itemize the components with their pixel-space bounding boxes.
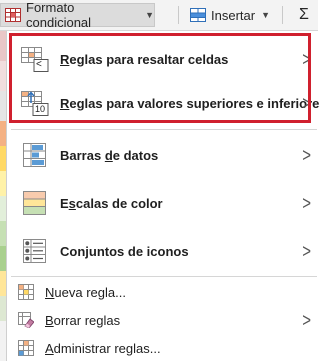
menu-item-label: Barras de datos (60, 147, 159, 163)
accelerator-key: R (60, 51, 70, 67)
ribbon-divider (178, 6, 179, 24)
menu-item-manage-rules[interactable]: Administrar reglas... (7, 333, 319, 363)
chevron-right-icon: > (302, 47, 311, 71)
color-scales-icon (19, 187, 51, 219)
clear-rules-icon (17, 311, 35, 329)
ten-label: 10 (35, 104, 46, 114)
menu-item-label: Reglas para valores superiores e inferio… (60, 95, 320, 111)
manage-rules-icon (17, 339, 35, 357)
menu-item-data-bars[interactable]: Barras de datos > (7, 131, 319, 179)
top-bottom-rules-icon: 10 (19, 87, 51, 119)
insert-cells-icon (190, 8, 206, 22)
icon-sets-icon (19, 235, 51, 267)
accelerator-key: d (104, 147, 113, 163)
menu-item-label: Nueva regla... (45, 284, 126, 300)
chevron-down-icon: ▼ (261, 10, 270, 20)
less-than-symbol: < (36, 59, 42, 70)
accelerator-key: R (60, 95, 70, 111)
chevron-right-icon: > (302, 239, 311, 263)
menu-item-highlight-cells-rules[interactable]: < Reglas para resaltar celdas > (7, 35, 319, 83)
accelerator-key: B (45, 312, 54, 328)
insert-button[interactable]: Insertar ▼ (188, 3, 270, 27)
ribbon-divider (282, 6, 283, 24)
menu-item-top-bottom-rules[interactable]: 10 Reglas para valores superiores e infe… (7, 79, 320, 127)
menu-item-label: Escalas de color (60, 195, 163, 211)
menu-item-label: Borrar reglas (45, 312, 121, 328)
menu-item-label: Conjuntos de iconos (60, 243, 189, 259)
chevron-right-icon: > (302, 191, 311, 215)
menu-item-new-rule[interactable]: Nueva regla... (7, 277, 319, 307)
autosum-button[interactable]: Σ (290, 3, 318, 27)
conditional-formatting-button[interactable]: Formato condicional ▼ (0, 0, 155, 30)
conditional-formatting-label: Formato condicional (26, 0, 92, 30)
chevron-right-icon: > (302, 91, 311, 115)
ribbon-toolbar: Formato condicional ▼ Insertar ▼ Σ (0, 0, 318, 31)
sum-icon: Σ (299, 6, 309, 23)
insert-label: Insertar (211, 7, 256, 23)
accelerator-key: N (45, 284, 55, 300)
menu-item-icon-sets[interactable]: Conjuntos de iconos > (7, 227, 319, 275)
chevron-down-icon: ▼ (145, 10, 154, 20)
menu-item-label: Administrar reglas... (45, 340, 161, 356)
highlight-cells-rules-icon: < (19, 43, 51, 75)
accelerator-key: s (68, 195, 76, 211)
data-bars-icon (19, 139, 51, 171)
menu-item-clear-rules[interactable]: Borrar reglas > (7, 305, 319, 335)
accelerator-key: j (85, 243, 89, 259)
chevron-right-icon: > (302, 143, 311, 167)
menu-item-color-scales[interactable]: Escalas de color > (7, 179, 319, 227)
accelerator-key: A (45, 340, 54, 356)
menu-item-label: Reglas para resaltar celdas (60, 51, 229, 67)
conditional-formatting-icon (5, 8, 21, 22)
menu-separator (11, 129, 317, 130)
new-rule-icon (17, 283, 35, 301)
chevron-right-icon: > (302, 308, 311, 332)
conditional-formatting-menu: < Reglas para resaltar celdas > 10 Regla… (6, 31, 320, 363)
